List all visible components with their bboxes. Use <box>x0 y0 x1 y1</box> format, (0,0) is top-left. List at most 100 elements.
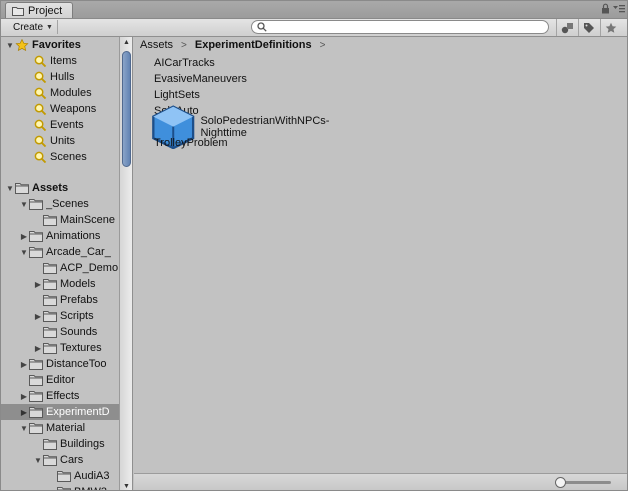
tree-item[interactable]: ▶ ExperimentD <box>1 404 119 420</box>
menu-icon[interactable] <box>613 4 625 14</box>
tree-item[interactable]: ▼ Arcade_Car_ <box>1 244 119 260</box>
tree-item[interactable]: ▼ Cars <box>1 452 119 468</box>
search-icon <box>257 22 267 32</box>
tree-item[interactable]: ▼ Material <box>1 420 119 436</box>
tree-item[interactable]: MainScene <box>1 212 119 228</box>
folder-icon <box>29 359 43 370</box>
scroll-up-icon[interactable]: ▲ <box>123 39 130 46</box>
tree-item[interactable]: AudiA3 <box>1 468 119 484</box>
folder-tree[interactable]: ▼ Favorites Items Hulls Modules Weapons Even… <box>1 37 119 490</box>
tab-bar: Project <box>1 1 627 19</box>
asset-item[interactable]: LightSets <box>150 87 200 103</box>
asset-item[interactable]: SoloPedestrianWithNPCs-Nighttime <box>150 105 329 149</box>
folder-icon <box>43 327 57 338</box>
favorite-item[interactable]: Events <box>1 117 119 133</box>
asset-label: AICarTracks <box>154 57 215 69</box>
chevron-right-icon[interactable]: ▶ <box>19 392 29 401</box>
breadcrumb: Assets > ExperimentDefinitions > <box>140 39 325 51</box>
scroll-thumb[interactable] <box>122 51 131 167</box>
tree-item[interactable]: Sounds <box>1 324 119 340</box>
tree-item[interactable]: ACP_Demo <box>1 260 119 276</box>
tree-item[interactable]: ▶ Animations <box>1 228 119 244</box>
chevron-right-icon[interactable]: ▶ <box>33 344 43 353</box>
folder-icon <box>12 6 24 16</box>
tree-item[interactable]: ▶ Effects <box>1 388 119 404</box>
tree-item[interactable]: Editor <box>1 372 119 388</box>
folder-icon <box>29 375 43 386</box>
folder-icon <box>57 487 71 490</box>
tree-item-label: ExperimentD <box>46 406 110 418</box>
lock-icon[interactable] <box>601 3 610 14</box>
favorite-item[interactable]: Modules <box>1 85 119 101</box>
toolbar: Create ▼ <box>1 19 627 37</box>
tree-item-label: MainScene <box>60 214 116 226</box>
asset-panel: Assets > ExperimentDefinitions > AICarTr… <box>134 37 627 490</box>
asset-status-bar <box>134 473 627 490</box>
chevron-right-icon[interactable]: ▶ <box>19 232 29 241</box>
favorites-header[interactable]: ▼ Favorites <box>1 37 119 53</box>
chevron-right-icon[interactable]: ▶ <box>19 360 29 369</box>
tree-item[interactable]: Prefabs <box>1 292 119 308</box>
asset-label: TrolleyProblem <box>154 137 228 149</box>
tree-item-label: Material <box>46 422 86 434</box>
tree-item-label: Models <box>60 278 96 290</box>
asset-item[interactable]: EvasiveManeuvers <box>150 71 247 87</box>
folder-icon <box>29 423 43 434</box>
tab-project[interactable]: Project <box>5 2 73 18</box>
tree-item[interactable]: BMW3 <box>1 484 119 490</box>
save-search-star-icon <box>605 22 617 33</box>
tree-item-label: Editor <box>46 374 75 386</box>
favorite-label: Weapons <box>50 103 97 115</box>
chevron-down-icon[interactable]: ▼ <box>5 41 15 50</box>
chevron-down-icon[interactable]: ▼ <box>33 456 43 465</box>
folder-icon <box>15 183 29 194</box>
tree-item[interactable]: Buildings <box>1 436 119 452</box>
chevron-right-icon[interactable]: ▶ <box>33 312 43 321</box>
tree-item-label: ACP_Demo <box>60 262 119 274</box>
tree-item[interactable]: ▶ Models <box>1 276 119 292</box>
favorite-item[interactable]: Items <box>1 53 119 69</box>
asset-item[interactable]: TrolleyProblem <box>150 135 228 151</box>
magnifier-icon <box>34 135 47 147</box>
magnifier-icon <box>34 71 47 83</box>
chevron-down-icon[interactable]: ▼ <box>19 200 29 209</box>
slider-knob[interactable] <box>555 477 566 488</box>
tree-item-label: Prefabs <box>60 294 98 306</box>
folder-icon <box>29 407 43 418</box>
tree-item-label: BMW3 <box>74 486 107 490</box>
favorite-label: Events <box>50 119 84 131</box>
favorites-label: Favorites <box>32 39 81 51</box>
tree-item[interactable]: ▼ Assets <box>1 180 119 196</box>
search-input[interactable] <box>251 20 549 34</box>
tree-scrollbar[interactable]: ▲ ▼ <box>119 37 133 490</box>
chevron-down-icon[interactable]: ▼ <box>19 424 29 433</box>
favorite-item[interactable]: Weapons <box>1 101 119 117</box>
filter-by-label-icon <box>584 22 594 33</box>
breadcrumb-assets[interactable]: Assets <box>140 39 173 51</box>
chevron-right-icon[interactable]: ▶ <box>33 280 43 289</box>
folder-icon <box>43 311 57 322</box>
tree-item[interactable]: ▶ Scripts <box>1 308 119 324</box>
chevron-right-icon[interactable]: > <box>320 40 326 51</box>
chevron-right-icon[interactable]: ▶ <box>19 408 29 417</box>
save-search-button[interactable] <box>600 19 621 36</box>
favorite-label: Scenes <box>50 151 87 163</box>
favorite-label: Items <box>50 55 77 67</box>
breadcrumb-current[interactable]: ExperimentDefinitions <box>195 39 312 51</box>
tree-item-label: Textures <box>60 342 102 354</box>
asset-item[interactable]: AICarTracks <box>150 55 215 71</box>
scroll-down-icon[interactable]: ▼ <box>123 483 130 490</box>
tree-item[interactable]: ▶ Textures <box>1 340 119 356</box>
tree-item[interactable]: ▼ _Scenes <box>1 196 119 212</box>
folder-icon <box>43 295 57 306</box>
favorite-item[interactable]: Scenes <box>1 149 119 165</box>
icon-size-slider[interactable] <box>555 477 611 488</box>
filter-by-type-button[interactable] <box>556 19 577 36</box>
create-dropdown-button[interactable]: Create ▼ <box>7 20 58 34</box>
chevron-down-icon[interactable]: ▼ <box>19 248 29 257</box>
filter-by-label-button[interactable] <box>578 19 599 36</box>
chevron-down-icon[interactable]: ▼ <box>5 184 15 193</box>
tree-item[interactable]: ▶ DistanceToo <box>1 356 119 372</box>
favorite-item[interactable]: Hulls <box>1 69 119 85</box>
favorite-item[interactable]: Units <box>1 133 119 149</box>
